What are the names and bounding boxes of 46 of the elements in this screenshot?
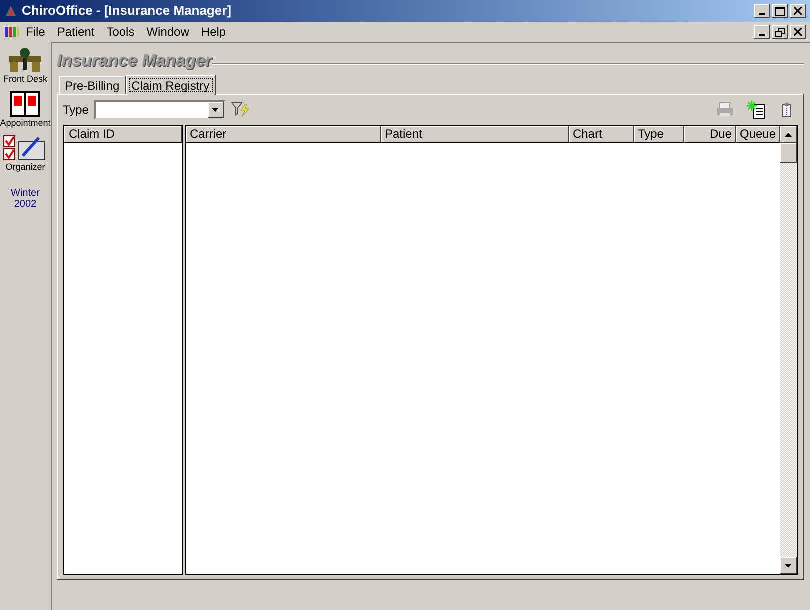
app-icon [4, 4, 18, 18]
sidebar-item[interactable]: Appointment [0, 90, 51, 128]
type-dropdown[interactable] [94, 100, 226, 120]
column-header[interactable]: Queue [736, 126, 780, 143]
filter-icon[interactable] [230, 101, 251, 119]
edition-label: Winter [11, 188, 40, 199]
close-button[interactable] [790, 4, 806, 18]
maximize-button[interactable] [772, 4, 788, 18]
menu-item[interactable]: Help [195, 23, 232, 41]
scroll-up-icon [785, 132, 792, 136]
organizer-icon [3, 134, 48, 162]
sidebar-item[interactable]: Organizer [3, 134, 48, 172]
restore-button[interactable] [772, 25, 788, 39]
window-title: ChiroOffice - [Insurance Manager] [22, 2, 232, 20]
sidebar-item[interactable]: Front Desk [3, 46, 48, 84]
menu-item[interactable]: File [20, 23, 52, 41]
tab[interactable]: Claim Registry [126, 75, 216, 95]
desk-icon [7, 46, 44, 74]
maximize-icon [775, 6, 785, 16]
restore-icon [775, 28, 785, 36]
close-icon [794, 7, 802, 15]
menu-item[interactable]: Window [140, 23, 196, 41]
minimize-button[interactable] [754, 25, 770, 39]
menu-item[interactable]: Tools [100, 23, 141, 41]
close-button[interactable] [790, 25, 806, 39]
minimize-button[interactable] [754, 4, 770, 18]
column-header[interactable]: Type [634, 126, 684, 143]
column-header[interactable]: Chart [568, 126, 634, 143]
new-document-icon[interactable] [747, 100, 767, 120]
filter-label: Type [62, 102, 89, 119]
heading: Insurance Manager [56, 51, 212, 71]
scroll-thumb[interactable] [780, 143, 797, 163]
column-header[interactable]: Carrier [186, 126, 381, 143]
clipboard-icon[interactable] [782, 102, 792, 118]
menu-item[interactable]: Patient [51, 23, 101, 41]
tab[interactable]: Pre-Billing [58, 76, 126, 94]
calendar-icon [9, 90, 42, 118]
caret-icon [212, 108, 220, 112]
column-header[interactable]: Claim ID [64, 126, 182, 143]
edition-label: 2002 [14, 199, 37, 210]
close-icon [794, 28, 802, 36]
column-header[interactable]: Patient [380, 126, 569, 143]
column-header[interactable]: Due [684, 126, 736, 143]
scrollbar[interactable] [780, 126, 797, 574]
scroll-down-icon [785, 564, 792, 568]
document-menu-icon[interactable] [4, 25, 20, 39]
